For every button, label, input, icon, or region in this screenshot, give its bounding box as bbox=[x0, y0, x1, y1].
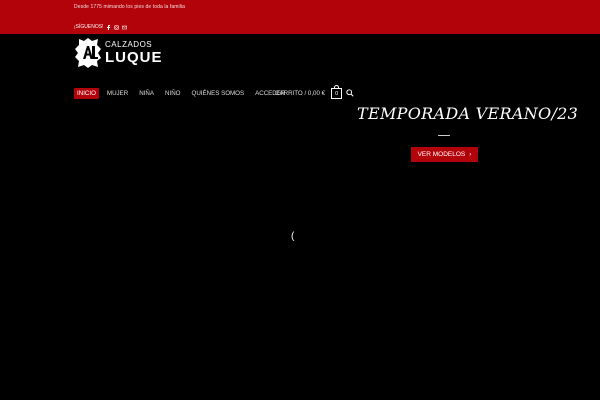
see-models-label: VER MODELOS bbox=[417, 151, 466, 158]
email-icon[interactable] bbox=[122, 25, 128, 30]
social-links: ¡SÍGUENOS! bbox=[74, 24, 128, 30]
see-models-button[interactable]: VER MODELOS › bbox=[411, 147, 478, 162]
cart-label: CARRITO / 0,00 € bbox=[275, 90, 326, 97]
brand-name-line1: CALZADOS bbox=[105, 40, 153, 49]
facebook-icon[interactable] bbox=[106, 24, 111, 30]
leather-hide-logo-icon bbox=[75, 38, 101, 68]
loading-spinner: ( bbox=[291, 231, 295, 242]
cart-count-icon: 0 bbox=[331, 85, 343, 99]
brand-logo[interactable]: CALZADOS LUQUE bbox=[74, 37, 163, 69]
follow-label: ¡SÍGUENOS! bbox=[74, 24, 104, 30]
instagram-icon[interactable] bbox=[114, 24, 120, 30]
brand-name-line2: LUQUE bbox=[105, 49, 163, 66]
chevron-right-icon: › bbox=[469, 151, 472, 158]
search-icon[interactable] bbox=[346, 89, 354, 97]
nav-item-nina[interactable]: NIÑA bbox=[136, 88, 157, 99]
tagline: Desde 1775 mimando los pies de toda la f… bbox=[74, 4, 186, 10]
main-nav: INICIO MUJER NIÑA NIÑO QUIÉNES SOMOS ACC… bbox=[74, 88, 293, 99]
nav-item-nino[interactable]: NIÑO bbox=[162, 88, 183, 99]
nav-item-inicio[interactable]: INICIO bbox=[74, 88, 99, 99]
nav-item-mujer[interactable]: MUJER bbox=[104, 88, 131, 99]
nav-item-quienes-somos[interactable]: QUIÉNES SOMOS bbox=[189, 88, 248, 99]
hero-title: TEMPORADA VERANO/23 bbox=[357, 104, 579, 123]
hero-divider bbox=[438, 135, 450, 136]
cart-link[interactable]: CARRITO / 0,00 € 0 bbox=[275, 85, 343, 99]
